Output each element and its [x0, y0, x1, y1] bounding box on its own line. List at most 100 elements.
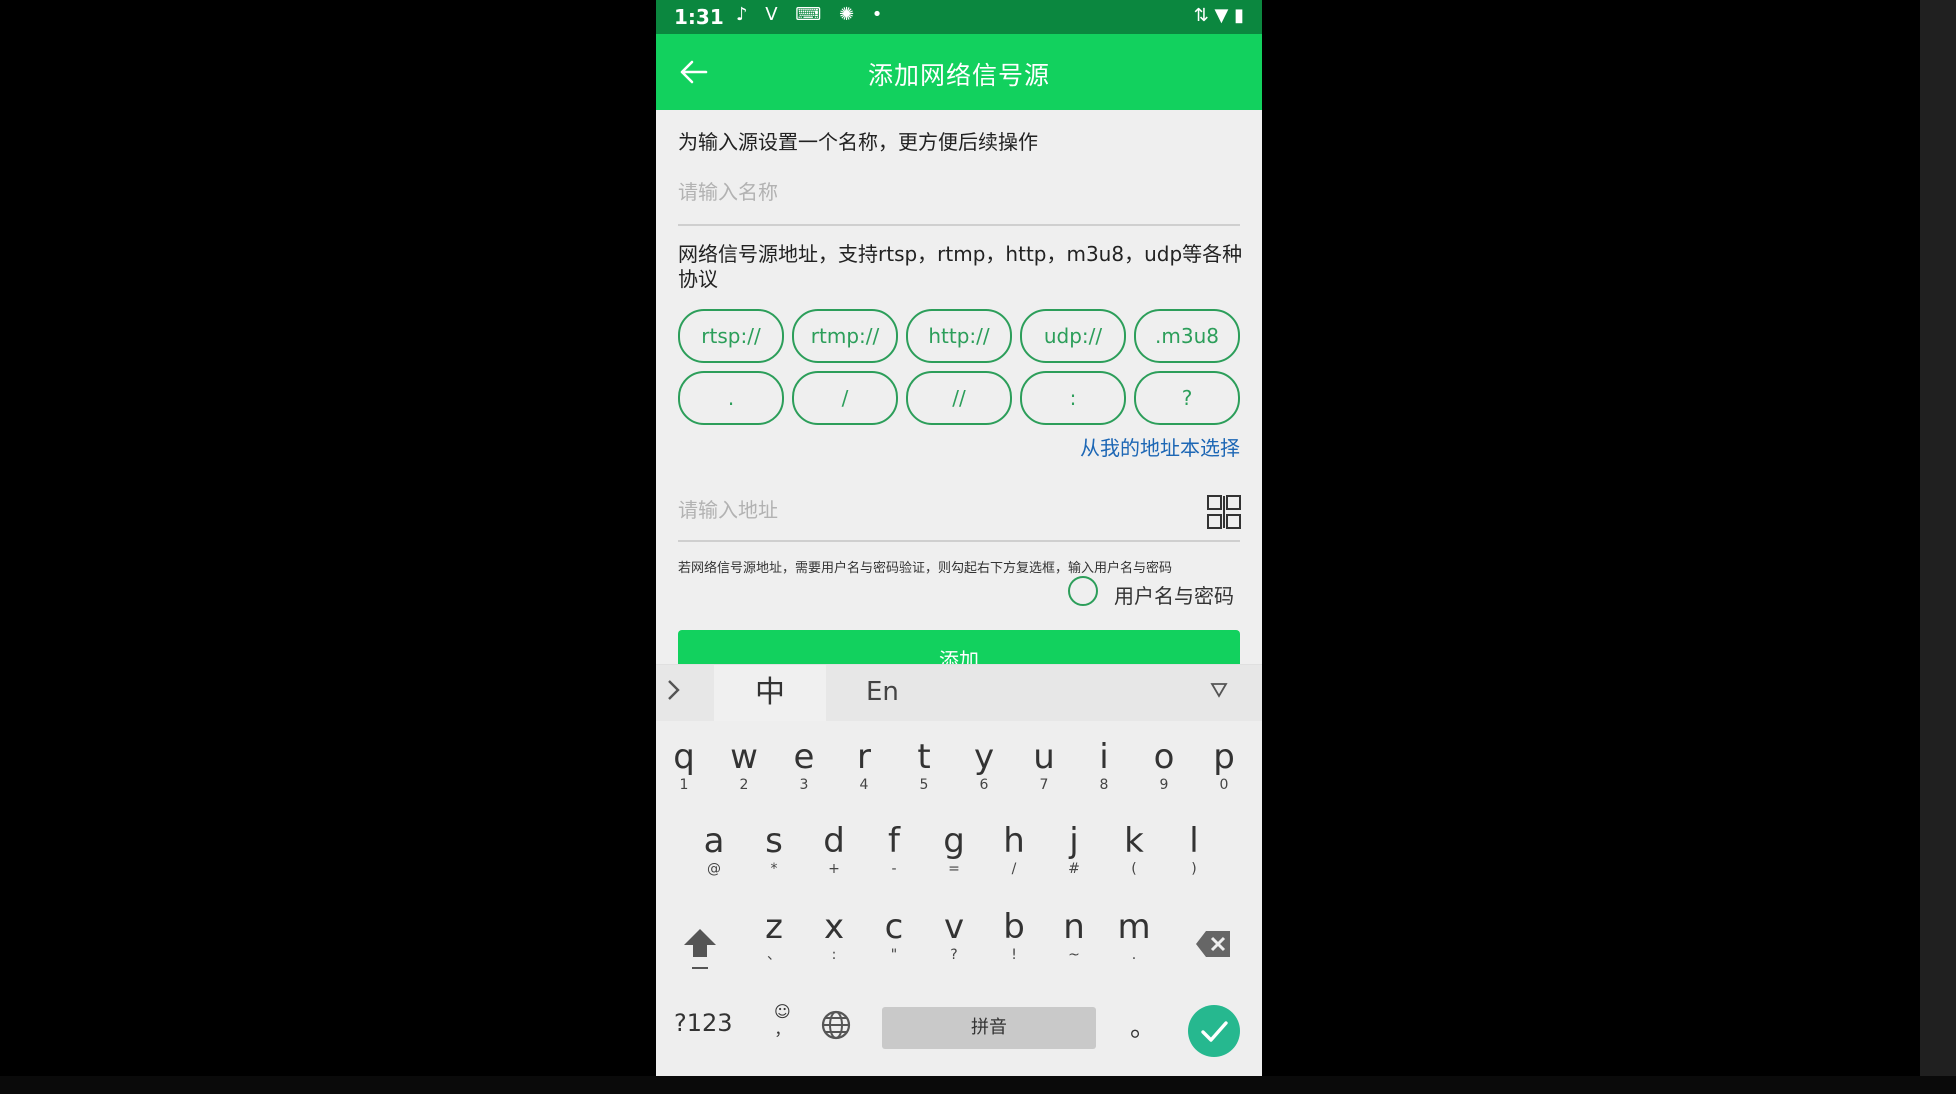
- collapse-triangle-icon[interactable]: [1210, 679, 1228, 703]
- protocol-chip[interactable]: :: [1020, 371, 1126, 425]
- auth-checkbox[interactable]: [1068, 576, 1098, 606]
- key[interactable]: l): [1166, 821, 1222, 891]
- key-secondary: 5: [919, 777, 929, 793]
- key[interactable]: u7: [1016, 737, 1072, 807]
- key[interactable]: n ~: [1046, 907, 1102, 977]
- key-letter: w: [730, 737, 758, 777]
- key-letter: t: [917, 737, 931, 777]
- key[interactable]: e3: [776, 737, 832, 807]
- key-secondary: 、: [767, 947, 781, 963]
- qr-scan-icon[interactable]: [1206, 494, 1242, 530]
- protocol-chip[interactable]: udp://: [1020, 309, 1126, 363]
- key-letter: p: [1213, 737, 1235, 777]
- key[interactable]: a @: [686, 821, 742, 891]
- key-secondary: 6: [979, 777, 989, 793]
- status-time: 1:31: [674, 5, 724, 29]
- key-secondary: 0: [1219, 777, 1229, 793]
- protocol-chip[interactable]: /: [792, 371, 898, 425]
- chinese-mode-key[interactable]: 中: [714, 665, 826, 721]
- chevron-right-icon[interactable]: [666, 677, 682, 709]
- emoji-icon: ☺: [774, 1002, 791, 1021]
- key[interactable]: p0: [1196, 737, 1252, 807]
- key[interactable]: j #: [1046, 821, 1102, 891]
- key[interactable]: v?: [926, 907, 982, 977]
- protocol-chip[interactable]: ?: [1134, 371, 1240, 425]
- key-letter: l: [1189, 821, 1199, 861]
- key-letter: r: [857, 737, 871, 777]
- key[interactable]: o9: [1136, 737, 1192, 807]
- key[interactable]: r4: [836, 737, 892, 807]
- key-letter: x: [823, 907, 845, 947]
- key-secondary: #: [1068, 861, 1080, 877]
- key-secondary: @: [707, 861, 721, 877]
- key[interactable]: i8: [1076, 737, 1132, 807]
- symbols-key[interactable]: ?123: [674, 1009, 733, 1037]
- key-secondary: .: [1131, 947, 1137, 963]
- protocol-chip[interactable]: //: [906, 371, 1012, 425]
- key[interactable]: y6: [956, 737, 1012, 807]
- add-button[interactable]: 添加: [678, 630, 1240, 666]
- key-secondary: 8: [1099, 777, 1109, 793]
- key[interactable]: s *: [746, 821, 802, 891]
- key-secondary: (: [1131, 861, 1137, 877]
- key[interactable]: c ": [866, 907, 922, 977]
- address-field[interactable]: [678, 488, 1240, 542]
- key-letter: e: [793, 737, 815, 777]
- name-input[interactable]: [678, 180, 1184, 204]
- key-letter: s: [765, 821, 783, 861]
- key-letter: i: [1099, 737, 1109, 777]
- key-letter: m: [1117, 907, 1151, 947]
- backspace-key[interactable]: [1194, 927, 1234, 961]
- space-key[interactable]: 拼音: [882, 1007, 1096, 1049]
- key[interactable]: h /: [986, 821, 1042, 891]
- key[interactable]: g =: [926, 821, 982, 891]
- name-field[interactable]: [678, 180, 1240, 226]
- key-secondary: 9: [1159, 777, 1169, 793]
- key[interactable]: b!: [986, 907, 1042, 977]
- period-key[interactable]: 。: [1130, 1007, 1156, 1044]
- key[interactable]: d +: [806, 821, 862, 891]
- right-letterbox: [1920, 0, 1956, 1094]
- shift-key[interactable]: [680, 923, 720, 973]
- key[interactable]: k(: [1106, 821, 1162, 891]
- key-letter: v: [943, 907, 965, 947]
- key-secondary: ): [1191, 861, 1197, 877]
- protocol-chip[interactable]: .: [678, 371, 784, 425]
- key[interactable]: m.: [1106, 907, 1162, 977]
- key-secondary: ?: [950, 947, 958, 963]
- protocol-chip[interactable]: .m3u8: [1134, 309, 1240, 363]
- protocol-chip[interactable]: rtsp://: [678, 309, 784, 363]
- auth-checkbox-label: 用户名与密码: [1114, 584, 1234, 608]
- key[interactable]: w2: [716, 737, 772, 807]
- address-input[interactable]: [678, 498, 1184, 522]
- protocol-chip[interactable]: rtmp://: [792, 309, 898, 363]
- key-letter: h: [1003, 821, 1025, 861]
- key-letter: g: [943, 821, 965, 861]
- key-secondary: 4: [859, 777, 869, 793]
- app-bar: 添加网络信号源: [656, 34, 1262, 110]
- enter-key[interactable]: [1188, 1005, 1240, 1057]
- key-letter: j: [1069, 821, 1079, 861]
- key[interactable]: q1: [656, 737, 712, 807]
- backspace-icon: [1196, 931, 1230, 957]
- key-letter: c: [884, 907, 904, 947]
- key[interactable]: x:: [806, 907, 862, 977]
- key-letter: q: [673, 737, 695, 777]
- addressbook-link[interactable]: 从我的地址本选择: [1080, 432, 1240, 461]
- address-description: 网络信号源地址，支持rtsp，rtmp，http，m3u8，udp等各种协议: [678, 242, 1243, 291]
- key-secondary: 2: [739, 777, 749, 793]
- key-secondary: 1: [679, 777, 689, 793]
- bottom-letterbox: [0, 1076, 1956, 1094]
- key-secondary: *: [770, 861, 778, 877]
- english-mode-key[interactable]: En: [866, 677, 899, 707]
- key-secondary: ": [890, 947, 898, 963]
- globe-icon[interactable]: [818, 1007, 854, 1043]
- soft-keyboard: 中 En q 1 w 2 e 3 r 4 t 5 y 6 u 7 i 8 o 9 p 0 a @ s * d + f - g = h / j # k…: [656, 664, 1262, 1076]
- comma-key[interactable]: ☺ ，: [774, 1003, 791, 1039]
- key[interactable]: f-: [866, 821, 922, 891]
- key-letter: a: [703, 821, 725, 861]
- key[interactable]: z、: [746, 907, 802, 977]
- protocol-chip[interactable]: http://: [906, 309, 1012, 363]
- key-secondary: 7: [1039, 777, 1049, 793]
- key[interactable]: t5: [896, 737, 952, 807]
